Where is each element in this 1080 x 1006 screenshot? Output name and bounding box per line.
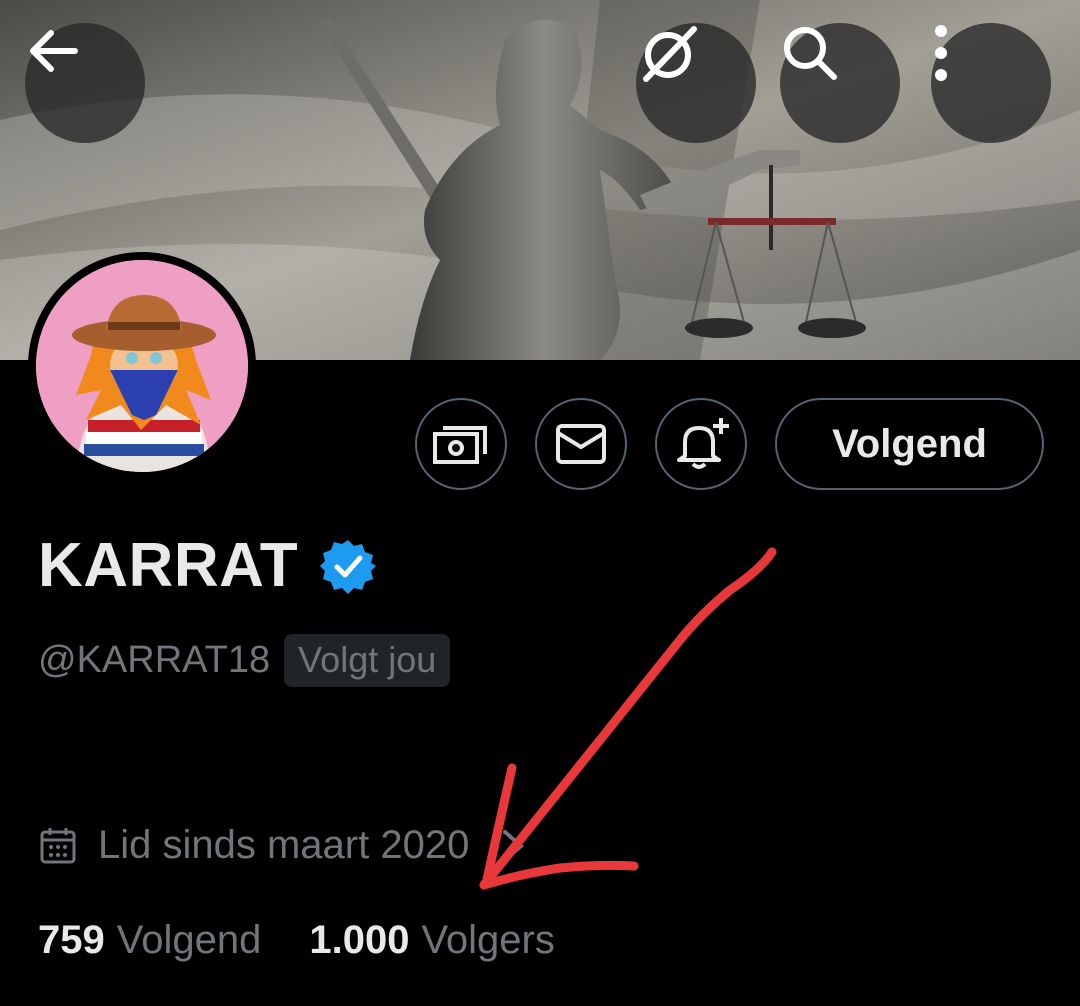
notify-button[interactable] xyxy=(655,398,747,490)
followers-count: 1.000 xyxy=(309,918,410,962)
following-stat[interactable]: 759 Volgend xyxy=(38,918,261,963)
more-button[interactable] xyxy=(931,23,1051,143)
display-name-row: KARRAT xyxy=(38,530,377,601)
display-name: KARRAT xyxy=(38,531,299,600)
joined-date-row[interactable]: Lid sinds maart 2020 xyxy=(38,823,529,868)
joined-date: Lid sinds maart 2020 xyxy=(98,823,470,867)
verified-badge-icon[interactable] xyxy=(320,538,377,594)
followers-stat[interactable]: 1.000 Volgers xyxy=(309,918,555,963)
back-button[interactable] xyxy=(25,23,145,143)
following-count: 759 xyxy=(38,918,105,962)
avatar-image xyxy=(36,260,248,472)
search-button[interactable] xyxy=(780,23,900,143)
message-button[interactable] xyxy=(535,398,627,490)
handle-row: @KARRAT18 Volgt jou xyxy=(38,634,451,687)
handle: @KARRAT18 xyxy=(38,639,271,681)
calendar-icon xyxy=(40,827,76,863)
subscribe-button[interactable] xyxy=(415,398,507,490)
envelope-icon xyxy=(556,424,606,464)
following-label: Volgend xyxy=(116,918,262,962)
avatar[interactable] xyxy=(28,252,256,480)
chevron-right-icon xyxy=(503,829,525,862)
money-icon xyxy=(433,426,487,464)
more-vertical-icon xyxy=(935,25,947,81)
following-button[interactable]: Volgend xyxy=(775,398,1044,490)
bell-plus-icon xyxy=(677,418,729,469)
arrow-left-icon xyxy=(30,30,78,72)
follows-you-badge: Volgt jou xyxy=(284,634,451,687)
followers-label: Volgers xyxy=(421,918,555,962)
grok-icon xyxy=(643,26,697,82)
grok-button[interactable] xyxy=(636,23,756,143)
search-icon xyxy=(784,27,837,80)
follow-stats: 759 Volgend 1.000 Volgers xyxy=(38,918,555,963)
